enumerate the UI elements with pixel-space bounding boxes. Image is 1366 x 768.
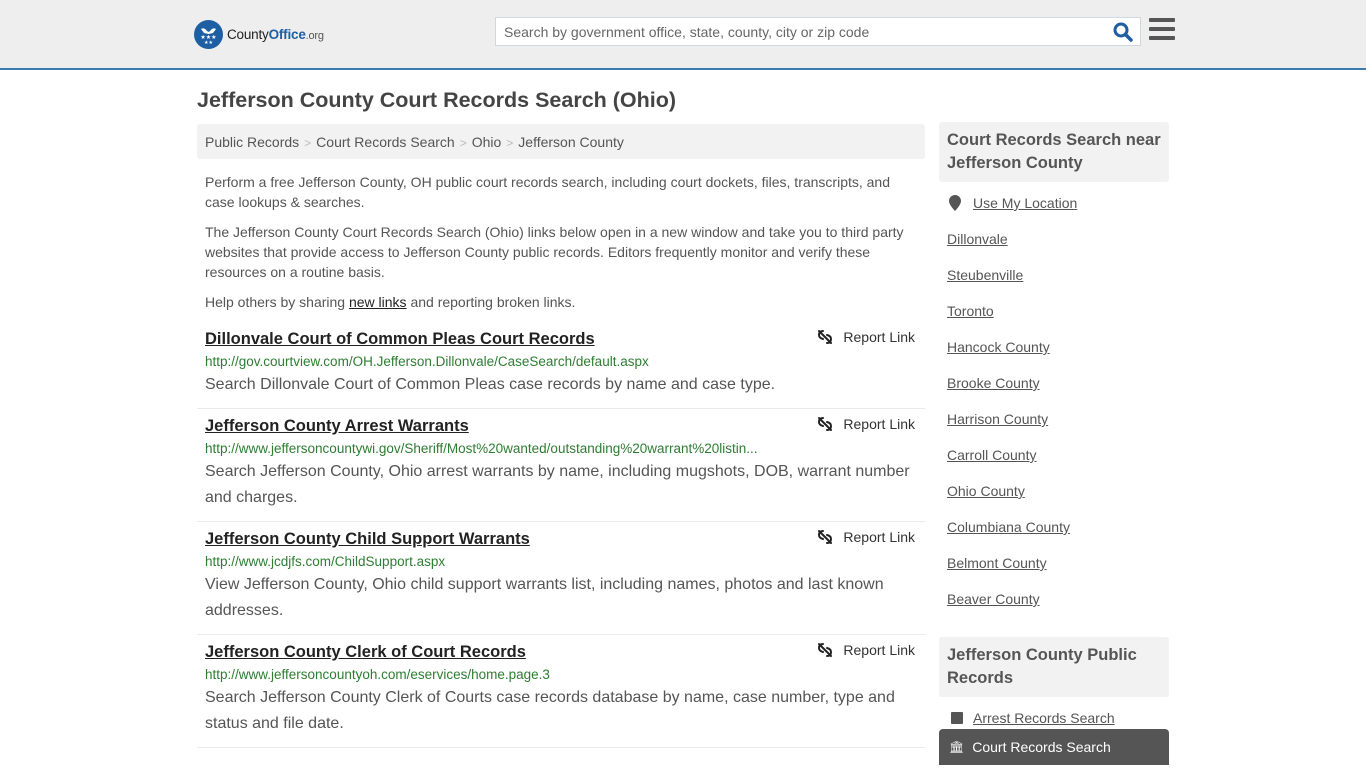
page-title: Jefferson County Court Records Search (O… bbox=[197, 88, 677, 112]
breadcrumb-jefferson-county[interactable]: Jefferson County bbox=[518, 134, 624, 150]
result-description: View Jefferson County, Ohio child suppor… bbox=[205, 576, 884, 619]
main-content: Public Records > Court Records Search > Ohio… bbox=[197, 124, 925, 748]
nearby-link-harrison-county[interactable]: Harrison County bbox=[947, 411, 1048, 427]
result-description: Search Jefferson County, Ohio arrest war… bbox=[205, 463, 910, 506]
svg-text:★★: ★★ bbox=[204, 40, 213, 45]
nearby-section-title: Court Records Search near Jefferson Coun… bbox=[939, 122, 1169, 182]
nearby-item: Hancock County bbox=[947, 339, 1161, 375]
search-button[interactable] bbox=[1112, 21, 1134, 43]
site-logo[interactable]: ★★★ ★★ CountyOffice.org bbox=[194, 20, 324, 49]
arrest-records-icon bbox=[951, 712, 963, 724]
arrest-records-search-link[interactable]: Arrest Records Search bbox=[973, 710, 1115, 726]
search-icon bbox=[1113, 22, 1133, 42]
nearby-item: Belmont County bbox=[947, 555, 1161, 591]
broken-link-icon bbox=[818, 417, 833, 431]
nearby-list: Use My Location Dillonvale Steubenville … bbox=[939, 182, 1169, 635]
results-list: Dillonvale Court of Common Pleas Court R… bbox=[197, 322, 925, 748]
nearby-item: Ohio County bbox=[947, 483, 1161, 519]
nearby-link-columbiana-county[interactable]: Columbiana County bbox=[947, 519, 1070, 535]
breadcrumb-separator: > bbox=[506, 136, 514, 150]
nearby-item: Harrison County bbox=[947, 411, 1161, 447]
site-search bbox=[495, 17, 1141, 46]
hamburger-menu-button[interactable] bbox=[1149, 18, 1175, 42]
nearby-link-ohio-county[interactable]: Ohio County bbox=[947, 483, 1025, 499]
nearby-item: Toronto bbox=[947, 303, 1161, 339]
result-title-link[interactable]: Jefferson County Child Support Warrants bbox=[205, 528, 530, 550]
site-header: ★★★ ★★ CountyOffice.org bbox=[0, 0, 1366, 70]
nearby-link-brooke-county[interactable]: Brooke County bbox=[947, 375, 1040, 391]
map-pin-icon bbox=[949, 195, 961, 211]
breadcrumb-court-records-search[interactable]: Court Records Search bbox=[316, 134, 455, 150]
result-description: Search Jefferson County Clerk of Courts … bbox=[205, 689, 895, 732]
breadcrumb-public-records[interactable]: Public Records bbox=[205, 134, 299, 150]
logo-text: CountyOffice.org bbox=[227, 27, 324, 42]
nearby-item: Steubenville bbox=[947, 267, 1161, 303]
nearby-link-hancock-county[interactable]: Hancock County bbox=[947, 339, 1050, 355]
intro-text: Perform a free Jefferson County, OH publ… bbox=[197, 159, 925, 312]
report-link-button[interactable]: Report Link bbox=[817, 642, 915, 658]
result-description: Search Dillonvale Court of Common Pleas … bbox=[205, 376, 776, 393]
breadcrumb-ohio[interactable]: Ohio bbox=[472, 134, 502, 150]
nearby-item: Dillonvale bbox=[947, 231, 1161, 267]
result-item: Dillonvale Court of Common Pleas Court R… bbox=[197, 322, 925, 409]
nearby-link-steubenville[interactable]: Steubenville bbox=[947, 267, 1023, 283]
result-item: Jefferson County Arrest Warrants Report … bbox=[197, 409, 925, 522]
breadcrumb-separator: > bbox=[304, 136, 312, 150]
nearby-link-belmont-county[interactable]: Belmont County bbox=[947, 555, 1047, 571]
nearby-link-toronto[interactable]: Toronto bbox=[947, 303, 994, 319]
breadcrumb: Public Records > Court Records Search > Ohio… bbox=[197, 124, 925, 159]
intro-paragraph-3: Help others by sharing new links and rep… bbox=[205, 294, 576, 310]
intro-paragraph-1: Perform a free Jefferson County, OH publ… bbox=[205, 174, 891, 210]
broken-link-icon bbox=[818, 643, 833, 657]
result-item: Jefferson County Child Support Warrants … bbox=[197, 522, 925, 635]
nearby-link-carroll-county[interactable]: Carroll County bbox=[947, 447, 1036, 463]
search-input[interactable] bbox=[496, 18, 1096, 45]
result-url: http://www.jeffersoncountywi.gov/Sheriff… bbox=[205, 441, 758, 456]
breadcrumb-separator: > bbox=[459, 136, 467, 150]
nearby-link-beaver-county[interactable]: Beaver County bbox=[947, 591, 1040, 607]
result-url: http://www.jcdjfs.com/ChildSupport.aspx bbox=[205, 554, 446, 569]
report-link-button[interactable]: Report Link bbox=[817, 416, 915, 432]
courthouse-icon: 🏛 bbox=[949, 740, 965, 754]
result-title-link[interactable]: Jefferson County Arrest Warrants bbox=[205, 415, 469, 437]
eagle-stars-logo-icon: ★★★ ★★ bbox=[194, 20, 223, 49]
report-link-button[interactable]: Report Link bbox=[817, 529, 915, 545]
use-my-location-link[interactable]: Use My Location bbox=[973, 195, 1077, 211]
result-title-link[interactable]: Dillonvale Court of Common Pleas Court R… bbox=[205, 328, 595, 350]
new-links-link[interactable]: new links bbox=[349, 294, 407, 310]
sidebar: Court Records Search near Jefferson Coun… bbox=[939, 122, 1169, 765]
result-url: http://www.jeffersoncountyoh.com/eservic… bbox=[205, 667, 550, 682]
result-item: Jefferson County Clerk of Court Records … bbox=[197, 635, 925, 748]
court-records-search-active-item[interactable]: 🏛 Court Records Search bbox=[939, 729, 1169, 765]
public-records-section-title: Jefferson County Public Records bbox=[939, 637, 1169, 697]
intro-paragraph-2: The Jefferson County Court Records Searc… bbox=[205, 224, 904, 280]
nearby-item: Beaver County bbox=[947, 591, 1161, 627]
report-link-button[interactable]: Report Link bbox=[817, 329, 915, 345]
nearby-item: Brooke County bbox=[947, 375, 1161, 411]
hamburger-menu-icon bbox=[1149, 18, 1175, 22]
broken-link-icon bbox=[818, 530, 833, 544]
nearby-link-dillonvale[interactable]: Dillonvale bbox=[947, 231, 1008, 247]
use-my-location-item: Use My Location bbox=[947, 195, 1161, 231]
result-title-link[interactable]: Jefferson County Clerk of Court Records bbox=[205, 641, 526, 663]
nearby-item: Carroll County bbox=[947, 447, 1161, 483]
public-records-list: Arrest Records Search 🏛 Court Records Se… bbox=[939, 697, 1169, 765]
result-url: http://gov.courtview.com/OH.Jefferson.Di… bbox=[205, 354, 649, 369]
nearby-item: Columbiana County bbox=[947, 519, 1161, 555]
broken-link-icon bbox=[818, 330, 833, 344]
